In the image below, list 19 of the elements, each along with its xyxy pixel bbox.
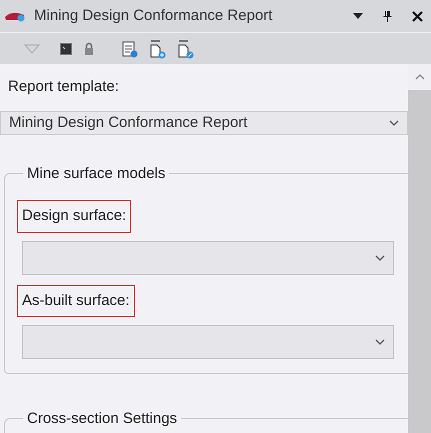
scroll-up-icon[interactable] <box>414 74 424 80</box>
document-edit-icon[interactable] <box>178 38 194 58</box>
app-logo-icon <box>4 10 26 22</box>
document-add-icon[interactable] <box>150 38 166 58</box>
window-title: Mining Design Conformance Report <box>34 6 274 26</box>
lock-icon[interactable] <box>84 42 94 56</box>
chevron-down-icon <box>389 120 399 126</box>
terminal-icon[interactable] <box>60 42 72 54</box>
template-dropdown[interactable]: Mining Design Conformance Report <box>0 110 408 135</box>
pin-icon[interactable] <box>383 10 392 22</box>
field-label: Report template: <box>7 77 120 97</box>
chevron-down-icon <box>375 339 385 345</box>
field-label: As-built surface: <box>17 284 135 317</box>
chevron-down-icon <box>375 254 385 260</box>
clipboard-icon[interactable] <box>122 40 138 58</box>
scrollbar[interactable] <box>408 64 431 433</box>
close-icon[interactable] <box>412 10 423 22</box>
dropdown-arrow-icon[interactable] <box>353 13 363 19</box>
field-label: Design surface: <box>17 200 132 232</box>
